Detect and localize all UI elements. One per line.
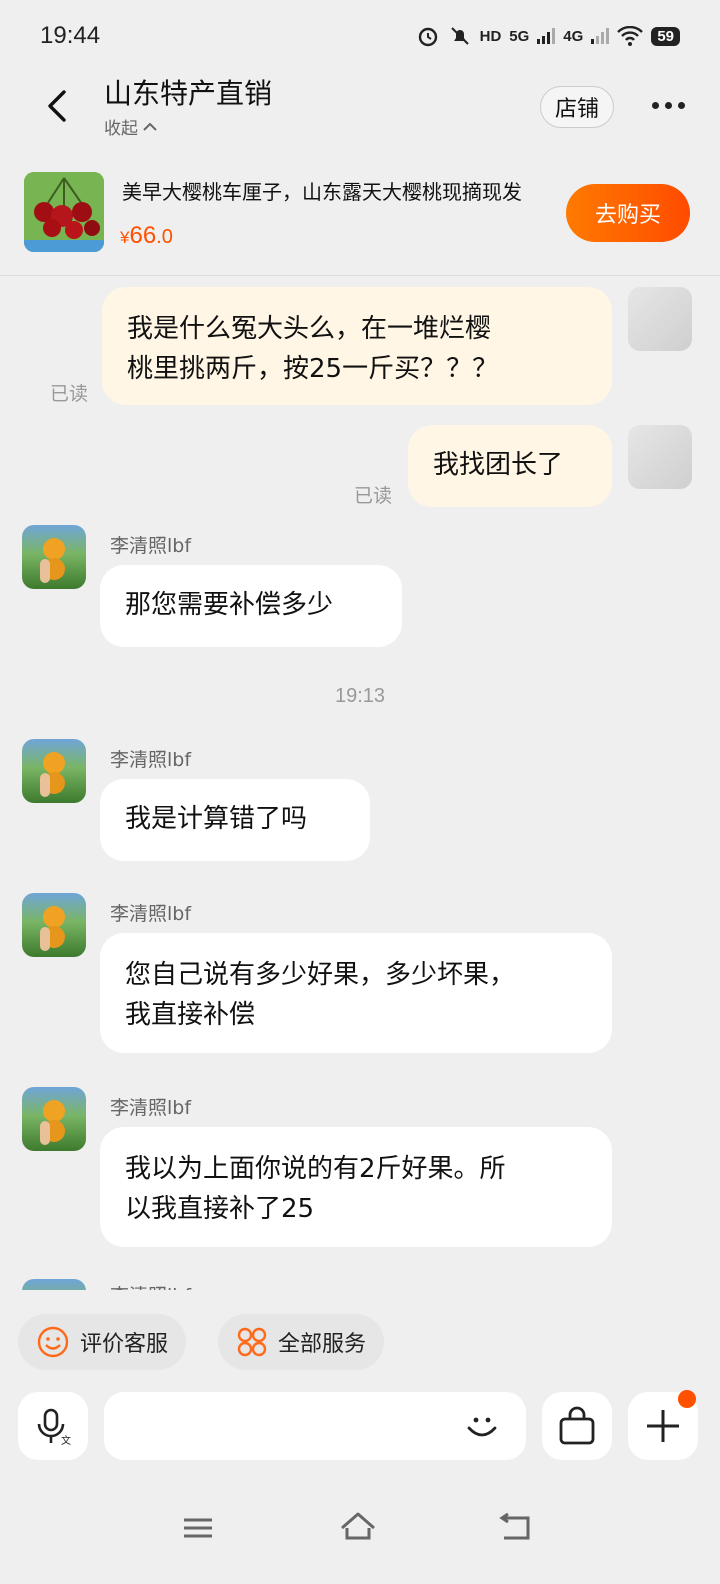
sender-name: 李清照lbf xyxy=(110,903,192,925)
product-card[interactable]: 美早大樱桃车厘子，山东露天大樱桃现摘现发 ¥66.0 去购买 xyxy=(0,164,720,276)
net-5g-label: 5G xyxy=(509,27,530,45)
signal-icon xyxy=(537,28,556,44)
read-receipt: 已读 xyxy=(354,485,393,507)
battery-indicator: 59 xyxy=(651,26,680,46)
net-4g-label: 4G xyxy=(563,27,584,45)
chat-timestamp: 19:13 xyxy=(334,685,386,707)
rate-service-label: 评价客服 xyxy=(80,1332,169,1357)
read-receipt: 已读 xyxy=(50,383,89,405)
message-bubble-out[interactable]: 我是什么冤大头么，在一堆烂樱 桃里挑两斤，按25一斤买？？？ xyxy=(102,287,612,405)
message-text: 我找团长了 xyxy=(433,450,564,480)
voice-icon: 文 xyxy=(37,1408,71,1446)
message-bubble-in[interactable]: 我以为上面你说的有2斤好果。所 以我直接补了25 xyxy=(100,1127,612,1247)
message-bubble-out[interactable]: 我找团长了 xyxy=(408,425,612,507)
status-icons: HD 5G 4G 59 xyxy=(416,24,680,48)
product-thumbnail[interactable] xyxy=(24,172,104,252)
message-text: 我是什么冤大头么，在一堆烂樱 xyxy=(127,314,492,344)
message-text: 我以为上面你说的有2斤好果。所 xyxy=(125,1154,506,1184)
message-bubble-in[interactable]: 我是计算错了吗 xyxy=(100,779,370,861)
voice-button[interactable]: 文 xyxy=(18,1392,88,1460)
more-icon[interactable] xyxy=(652,98,692,112)
message-text: 您自己说有多少好果，多少坏果， xyxy=(125,960,516,990)
message-text: 桃里挑两斤，按25一斤买？？？ xyxy=(127,354,499,384)
plus-icon xyxy=(647,1410,679,1442)
page-title: 山东特产直销 xyxy=(104,77,273,110)
my-avatar[interactable] xyxy=(628,425,692,489)
system-nav-bar xyxy=(0,1500,720,1560)
peer-avatar[interactable] xyxy=(22,739,86,803)
chevron-up-icon xyxy=(143,122,157,131)
price-decimal: .0 xyxy=(156,226,173,248)
menu-icon[interactable] xyxy=(178,1508,218,1548)
message-text: 我是计算错了吗 xyxy=(125,804,308,834)
peer-avatar[interactable] xyxy=(22,525,86,589)
price-integer: 66 xyxy=(129,222,157,249)
quick-actions: 评价客服 全部服务 xyxy=(0,1290,720,1380)
sender-name: 李清照lbf xyxy=(110,749,192,771)
message-text: 我直接补偿 xyxy=(125,1000,256,1030)
store-button[interactable]: 店铺 xyxy=(540,86,614,128)
bag-button[interactable] xyxy=(542,1392,612,1460)
bag-icon xyxy=(559,1406,595,1445)
all-services-button[interactable]: 全部服务 xyxy=(218,1314,385,1370)
chat-header: 山东特产直销 收起 店铺 xyxy=(0,70,720,160)
signal-icon-2 xyxy=(591,28,610,44)
collapse-label: 收起 xyxy=(104,119,138,139)
smile-service-icon xyxy=(37,1326,69,1358)
home-icon[interactable] xyxy=(338,1508,378,1548)
product-name[interactable]: 美早大樱桃车厘子，山东露天大樱桃现摘现发 xyxy=(122,176,562,205)
svg-text:文: 文 xyxy=(61,1434,71,1446)
all-services-label: 全部服务 xyxy=(278,1332,367,1357)
product-price: ¥66.0 xyxy=(120,222,173,250)
net-hd-label: HD xyxy=(479,27,502,45)
peer-avatar[interactable] xyxy=(22,1087,86,1151)
chat-list[interactable]: 我是什么冤大头么，在一堆烂樱 桃里挑两斤，按25一斤买？？？ 已读 我找团长了 … xyxy=(0,277,720,1290)
peer-avatar[interactable] xyxy=(22,1279,86,1290)
buy-button[interactable]: 去购买 xyxy=(566,184,690,242)
sender-name: 李清照lbf xyxy=(110,1097,192,1119)
message-bubble-in[interactable]: 那您需要补偿多少 xyxy=(100,565,402,647)
peer-avatar[interactable] xyxy=(22,893,86,957)
input-bar: 文 xyxy=(0,1390,720,1470)
message-bubble-in[interactable]: 您自己说有多少好果，多少坏果， 我直接补偿 xyxy=(100,933,612,1053)
alarm-icon xyxy=(418,27,437,47)
notification-dot xyxy=(678,1390,696,1408)
collapse-toggle[interactable]: 收起 xyxy=(104,114,158,139)
sender-name: 李清照lbf xyxy=(110,535,192,557)
wifi-icon xyxy=(617,26,644,46)
mute-icon xyxy=(450,27,469,45)
status-time: 19:44 xyxy=(40,22,101,49)
back-arrow-icon[interactable] xyxy=(38,84,78,128)
message-text: 以我直接补了25 xyxy=(125,1194,315,1224)
rate-service-button[interactable]: 评价客服 xyxy=(18,1314,187,1370)
status-bar: 19:44 HD 5G 4G 59 xyxy=(0,0,720,70)
cherry-image xyxy=(24,172,104,252)
grid-service-icon xyxy=(237,1327,267,1357)
emoji-icon[interactable] xyxy=(462,1406,502,1446)
my-avatar[interactable] xyxy=(628,287,692,351)
sender-name: 李清照lbf xyxy=(110,1281,191,1290)
back-nav-icon[interactable] xyxy=(496,1508,536,1548)
message-text: 那您需要补偿多少 xyxy=(125,590,334,620)
